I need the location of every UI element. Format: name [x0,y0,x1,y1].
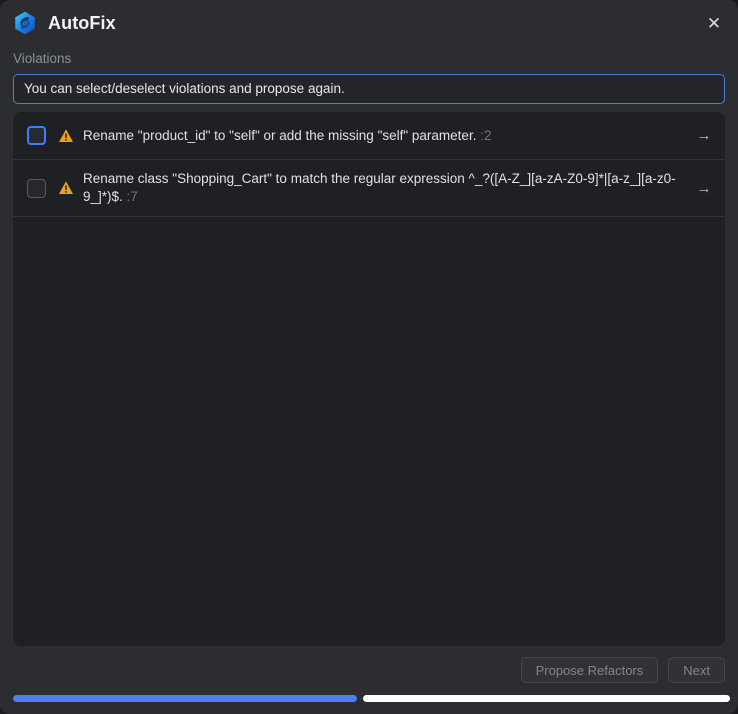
violation-message: Rename class "Shopping_Cart" to match th… [83,171,676,204]
autofix-swirl-logo-icon [15,11,35,35]
progress-bar-track [363,695,730,702]
close-icon[interactable]: ✕ [702,11,726,35]
footer-actions: Propose Refactors Next [0,652,738,688]
violation-location: :7 [126,189,138,204]
info-banner: You can select/deselect violations and p… [13,74,725,104]
warning-triangle-icon [59,181,73,194]
arrow-right-icon[interactable]: → [695,181,713,196]
title-bar: AutoFix ✕ [0,0,738,46]
propose-refactors-button[interactable]: Propose Refactors [520,657,659,683]
warning-triangle-icon [59,128,73,142]
app-title: AutoFix [48,13,116,33]
violation-checkbox[interactable] [27,126,46,145]
violations-list[interactable]: Rename "product_id" to "self" or add the… [13,112,725,646]
arrow-right-icon[interactable]: → [695,128,713,143]
progress-bar-fill [13,695,358,702]
next-button[interactable]: Next [668,657,725,683]
violation-message: Rename "product_id" to "self" or add the… [83,127,477,143]
progress-bar [13,695,730,702]
violation-row[interactable]: Rename class "Shopping_Cart" to match th… [13,160,725,217]
violation-location: :2 [480,127,492,143]
section-label: Violations [13,51,72,67]
violation-text: Rename "product_id" to "self" or add the… [83,127,695,145]
violation-row[interactable]: Rename "product_id" to "self" or add the… [13,112,725,160]
violation-text: Rename class "Shopping_Cart" to match th… [83,170,695,206]
autofix-window: AutoFix ✕ Violations You can select/dese… [0,0,738,714]
info-banner-text: You can select/deselect violations and p… [24,81,345,97]
violation-checkbox[interactable] [27,178,46,198]
